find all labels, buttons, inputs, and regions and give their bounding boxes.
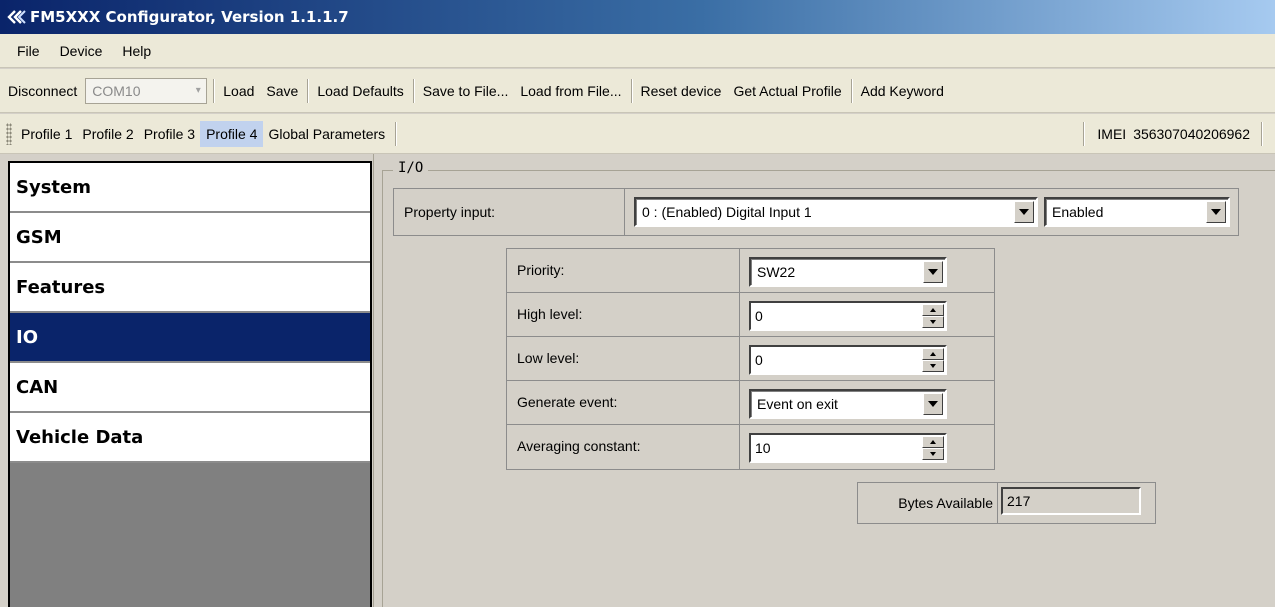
toolbar-separator [1083, 122, 1085, 146]
sidebar-item-gsm[interactable]: GSM [10, 213, 370, 263]
get-actual-profile-button[interactable]: Get Actual Profile [727, 80, 847, 102]
averaging-constant-value: 10 [755, 440, 771, 456]
chevron-down-icon[interactable] [923, 261, 943, 283]
param-row-generate-event: Generate event: Event on exit [507, 381, 994, 425]
profile-bar: Profile 1 Profile 2 Profile 3 Profile 4 … [0, 114, 1275, 154]
toolbar-separator [395, 121, 397, 146]
high-level-label: High level: [517, 306, 583, 322]
priority-value: SW22 [757, 264, 796, 280]
divider [739, 381, 740, 424]
load-from-file-button[interactable]: Load from File... [514, 80, 627, 102]
reset-device-button[interactable]: Reset device [635, 80, 728, 102]
low-level-value: 0 [755, 352, 763, 368]
double-chevron-logo-icon [6, 8, 28, 26]
divider [624, 189, 625, 235]
menu-bar: File Device Help [0, 34, 1275, 68]
load-defaults-button[interactable]: Load Defaults [311, 80, 409, 102]
disconnect-button[interactable]: Disconnect [2, 80, 83, 102]
param-row-high-level: High level: 0 [507, 293, 994, 337]
divider [739, 425, 740, 469]
menu-file[interactable]: File [8, 39, 51, 63]
high-level-value: 0 [755, 308, 763, 324]
toolbar-separator [412, 78, 414, 103]
chevron-down-icon[interactable] [1014, 201, 1034, 223]
spin-up-icon[interactable] [922, 436, 944, 448]
splitter[interactable] [373, 154, 374, 607]
divider [739, 337, 740, 380]
spin-up-icon[interactable] [922, 348, 944, 360]
priority-label: Priority: [517, 262, 565, 278]
divider [997, 483, 998, 523]
generate-event-select[interactable]: Event on exit [749, 389, 947, 419]
spin-down-icon[interactable] [922, 360, 944, 372]
menu-device[interactable]: Device [51, 39, 114, 63]
sidebar-item-can[interactable]: CAN [10, 363, 370, 413]
imei-value: 356307040206962 [1133, 126, 1250, 142]
averaging-constant-spinner[interactable]: 10 [749, 433, 947, 463]
spin-down-icon[interactable] [922, 448, 944, 460]
tab-profile-4[interactable]: Profile 4 [200, 120, 264, 147]
add-keyword-button[interactable]: Add Keyword [855, 80, 950, 102]
window-title: FM5XXX Configurator, Version 1.1.1.7 [30, 8, 349, 26]
title-bar: FM5XXX Configurator, Version 1.1.1.7 [0, 0, 1275, 34]
imei-display: IMEI 356307040206962 [1078, 122, 1267, 146]
tab-profile-1[interactable]: Profile 1 [16, 122, 77, 146]
imei-label: IMEI [1097, 126, 1127, 142]
averaging-constant-label: Averaging constant: [517, 438, 641, 454]
save-button[interactable]: Save [260, 80, 304, 102]
io-group-title: I/O [393, 160, 429, 176]
spin-up-icon[interactable] [922, 304, 944, 316]
port-select[interactable]: COM10 ▾ [85, 77, 208, 104]
param-row-low-level: Low level: 0 [507, 337, 994, 381]
property-input-row: Property input: 0 : (Enabled) Digital In… [393, 188, 1239, 236]
high-level-spinner[interactable]: 0 [749, 301, 947, 331]
load-button[interactable]: Load [217, 80, 260, 102]
toolbar-separator [307, 78, 309, 103]
divider [739, 249, 740, 292]
toolbar-separator [850, 78, 852, 103]
menu-help[interactable]: Help [113, 39, 162, 63]
sidebar-item-vehicle-data[interactable]: Vehicle Data [10, 413, 370, 463]
bytes-available-box: Bytes Available 217 [857, 482, 1156, 524]
toolbar-separator [630, 78, 632, 103]
generate-event-value: Event on exit [757, 396, 838, 412]
enabled-select[interactable]: Enabled [1044, 197, 1230, 227]
bytes-available-label: Bytes Available [898, 495, 993, 511]
enabled-value: Enabled [1052, 204, 1104, 220]
property-input-label: Property input: [404, 204, 496, 220]
low-level-label: Low level: [517, 350, 580, 366]
chevron-down-icon[interactable] [923, 393, 943, 415]
divider [739, 293, 740, 336]
tab-profile-2[interactable]: Profile 2 [77, 122, 138, 146]
toolbar-grip-icon[interactable] [6, 122, 12, 145]
generate-event-label: Generate event: [517, 394, 618, 410]
save-to-file-button[interactable]: Save to File... [417, 80, 515, 102]
tab-global-parameters[interactable]: Global Parameters [263, 122, 390, 146]
spin-down-icon[interactable] [922, 316, 944, 328]
priority-select[interactable]: SW22 [749, 257, 947, 287]
chevron-down-icon[interactable] [1206, 201, 1226, 223]
sidebar-item-io[interactable]: IO [10, 313, 370, 363]
param-row-priority: Priority: SW22 [507, 249, 994, 293]
low-level-spinner[interactable]: 0 [749, 345, 947, 375]
property-input-value: 0 : (Enabled) Digital Input 1 [642, 204, 812, 220]
bytes-available-value: 217 [1001, 487, 1141, 515]
toolbar: Disconnect COM10 ▾ Load Save Load Defaul… [0, 69, 1275, 113]
sidebar: System GSM Features IO CAN Vehicle Data [8, 161, 372, 607]
chevron-down-icon: ▾ [195, 85, 201, 96]
sidebar-item-system[interactable]: System [10, 163, 370, 213]
toolbar-separator [1261, 122, 1262, 146]
sidebar-item-features[interactable]: Features [10, 263, 370, 313]
property-input-select[interactable]: 0 : (Enabled) Digital Input 1 [634, 197, 1038, 227]
toolbar-separator [213, 78, 215, 103]
tab-profile-3[interactable]: Profile 3 [139, 122, 200, 146]
port-select-value: COM10 [92, 82, 141, 99]
io-params-table: Priority: SW22 High level: 0 Low level: … [506, 248, 995, 470]
param-row-averaging-constant: Averaging constant: 10 [507, 425, 994, 469]
